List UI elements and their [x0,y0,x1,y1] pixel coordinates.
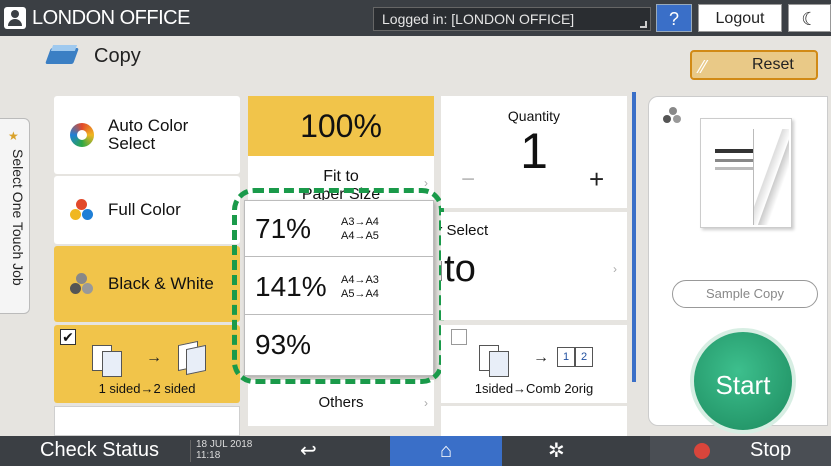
resize-grip-icon [640,21,647,28]
stop-label: Stop [750,439,792,461]
scrollbar[interactable] [632,92,636,382]
top-bar: LONDON OFFICE Logged in: [LONDON OFFICE]… [0,0,831,36]
stop-icon [694,443,710,459]
back-arrow-icon[interactable]: ↩ [300,438,317,463]
color-option-black-white[interactable]: Black & White [54,246,240,322]
paper-select-label: er Select [441,222,489,239]
full-color-icon [70,198,94,222]
logout-button[interactable]: Logout [698,4,782,32]
paper-select-value: uto [441,248,476,290]
page-icon [102,351,122,377]
user-label: LONDON OFFICE [32,6,190,29]
reset-button[interactable]: ⁄⁄ Reset [690,50,818,80]
energy-saver-button[interactable]: ☾ [788,4,831,32]
color-option-label: Full Color [108,200,181,219]
duplex-checkbox[interactable]: ✔ [60,329,76,345]
quantity-stepper[interactable]: Quantity 1 − + [441,96,627,208]
color-option-label: Black & White [108,274,214,293]
select-one-touch-job-tab[interactable]: ★ Select One Touch Job [0,118,30,314]
copy-app-icon [46,44,80,68]
fit-label-line1: Fit to [323,168,359,185]
date-time: 18 JUL 2018 11:18 [196,439,252,461]
home-icon: ⌂ [439,440,453,462]
login-status-text: Logged in: [LONDON OFFICE] [382,11,575,27]
check-status-button[interactable]: Check Status [40,439,159,462]
next-setting-strip[interactable] [441,406,627,436]
home-button[interactable]: ⌂ [390,436,502,466]
sample-copy-button[interactable]: Sample Copy [672,280,818,308]
combine-checkbox[interactable] [451,329,467,345]
login-status[interactable]: Logged in: [LONDON OFFICE] [373,7,651,31]
duplex-label: 1 sided→2 sided [98,381,196,396]
reset-label: Reset [752,56,794,73]
highlight-frame [232,188,444,384]
duplex-setting[interactable]: ✔ → 1 sided→2 sided [54,325,240,403]
side-tab-label: Select One Touch Job [10,149,26,286]
time-label: 11:18 [196,450,221,461]
chevron-right-icon: › [613,262,617,276]
combine-label: 1sided→Comb 2orig [474,381,594,396]
ratio-value[interactable]: 100% [248,96,434,156]
plus-button[interactable]: + [589,164,604,195]
color-option-auto[interactable]: Auto Color Select [54,96,240,174]
chevron-right-icon: › [424,396,428,410]
stop-button[interactable]: Stop [650,436,831,466]
combine-setting[interactable]: → 1 2 1sided→Comb 2orig [441,325,627,403]
arrow-icon: → [146,349,162,366]
star-clock-icon: ★ [8,129,19,143]
auto-color-icon [70,123,94,147]
app-header: Copy [46,44,141,68]
color-option-full[interactable]: Full Color [54,176,240,244]
others-label: Others [318,394,364,411]
black-white-icon [70,272,94,296]
paper-select-button[interactable]: er Select uto › [441,212,627,320]
date-label: 18 JUL 2018 [196,439,253,450]
arrow-icon: → [533,349,549,366]
moon-icon: ☾ [801,9,818,29]
page-icon [186,344,206,376]
page-icon [489,351,509,377]
user-icon [4,7,26,29]
user-display: LONDON OFFICE [4,4,190,32]
gear-icon[interactable]: ✲ [548,438,565,463]
page-number-box: 1 [557,347,575,367]
others-button[interactable]: Others › [248,380,434,426]
page-title: Copy [94,44,141,67]
page-number-box: 2 [575,347,593,367]
reset-icon: ⁄⁄ [700,57,707,77]
divider [190,440,191,462]
start-button[interactable]: Start [690,328,796,434]
next-setting-strip[interactable] [54,406,240,436]
minus-button[interactable]: − [461,166,475,194]
help-button[interactable]: ? [656,4,692,32]
color-option-label: Auto Color Select [108,116,189,153]
bottom-bar: Check Status 18 JUL 2018 11:18 ↩ ⌂ ✲ Sto… [0,436,831,466]
document-preview-icon [700,118,792,228]
